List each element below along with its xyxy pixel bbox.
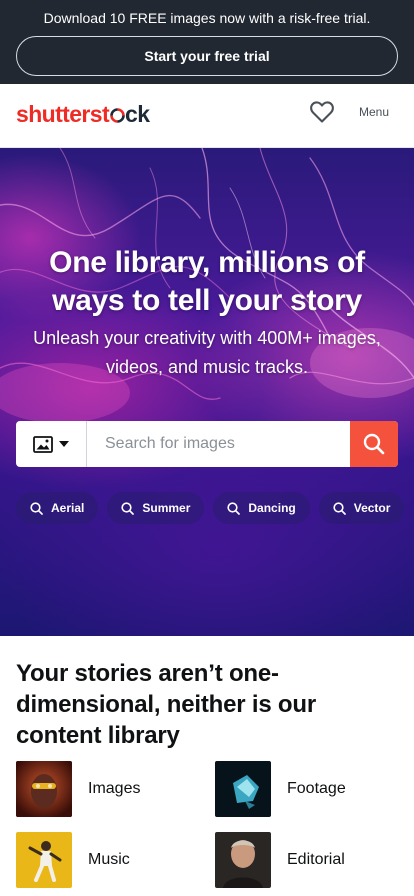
image-icon [33, 435, 53, 453]
stories-heading: Your stories aren’t one-dimensional, nei… [16, 660, 316, 749]
promo-text: Download 10 FREE images now with a risk-… [43, 10, 371, 26]
promo-banner: Download 10 FREE images now with a risk-… [0, 0, 414, 84]
search-input[interactable] [87, 421, 350, 467]
trending-searches: Aerial Summer Dancing Vector [16, 492, 414, 524]
hero-section: One library, millions of ways to tell yo… [0, 148, 414, 636]
category-images[interactable]: Images [16, 761, 140, 817]
media-type-dropdown[interactable] [16, 421, 87, 467]
chip-label: Aerial [51, 501, 85, 515]
music-thumbnail [16, 832, 72, 888]
search-bar [16, 421, 398, 467]
category-label: Editorial [287, 851, 345, 868]
category-editorial[interactable]: Editorial [215, 832, 345, 888]
chip-label: Summer [142, 501, 191, 515]
search-icon [121, 501, 135, 515]
logo-o-mark [109, 108, 125, 123]
images-thumbnail [16, 761, 72, 817]
chip-label: Vector [353, 501, 391, 515]
editorial-thumbnail [215, 832, 271, 888]
chip-aerial[interactable]: Aerial [16, 492, 99, 524]
chevron-down-icon [59, 441, 69, 447]
menu-button[interactable]: Menu [351, 104, 397, 120]
search-button[interactable] [350, 421, 398, 467]
hero-subtitle: Unleash your creativity with 400M+ image… [33, 328, 381, 377]
chip-vector[interactable]: Vector [318, 492, 405, 524]
heart-icon[interactable] [309, 100, 335, 124]
chip-dancing[interactable]: Dancing [213, 492, 310, 524]
search-icon [363, 433, 385, 455]
search-icon [227, 501, 241, 515]
category-footage[interactable]: Footage [215, 761, 346, 817]
hero-title: One library, millions of ways to tell yo… [49, 246, 365, 317]
category-label: Footage [287, 780, 346, 797]
logo-text-part2: ck [125, 101, 150, 127]
start-free-trial-button[interactable]: Start your free trial [16, 36, 398, 76]
hero-background-image [0, 148, 414, 423]
chip-label: Dancing [248, 501, 296, 515]
category-music[interactable]: Music [16, 832, 130, 888]
search-icon [30, 501, 43, 515]
shutterstock-logo[interactable]: shutterst ck [16, 101, 150, 127]
footage-thumbnail [215, 761, 271, 817]
chip-summer[interactable]: Summer [107, 492, 205, 524]
category-label: Music [88, 851, 130, 868]
category-label: Images [88, 780, 141, 797]
logo-text-part1: shutterst [16, 101, 110, 127]
search-icon [333, 501, 346, 515]
